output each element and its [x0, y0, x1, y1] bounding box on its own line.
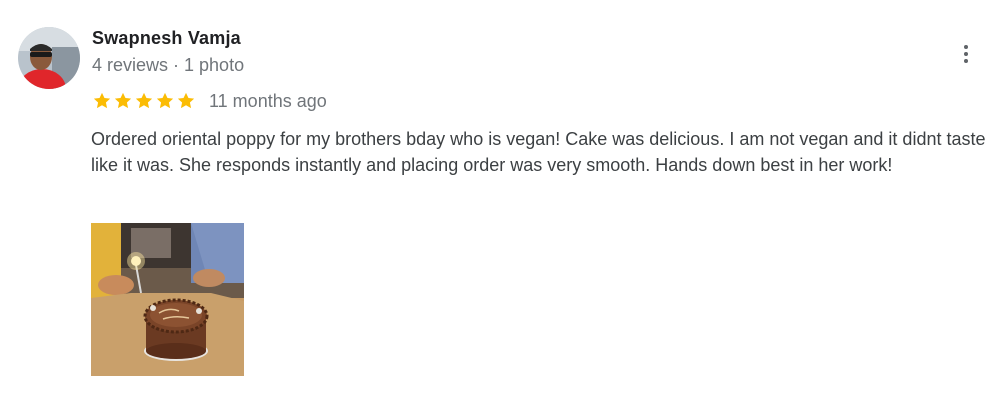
- review-date: 11 months ago: [209, 90, 327, 111]
- star-icon: [156, 92, 174, 109]
- review-photo[interactable]: [91, 223, 244, 376]
- star-icon: [135, 92, 153, 109]
- star-rating: [92, 91, 196, 111]
- star-icon: [93, 92, 111, 109]
- review-text: Ordered oriental poppy for my brothers b…: [91, 129, 986, 175]
- star-icon: [114, 92, 132, 109]
- star-icon: [177, 92, 195, 109]
- reviewer-name[interactable]: Swapnesh Vamja: [92, 28, 241, 49]
- reviewer-meta: 4 reviews · 1 photo: [92, 55, 245, 75]
- more-options-button[interactable]: [950, 38, 982, 70]
- avatar[interactable]: [18, 27, 80, 89]
- more-vert-icon: [964, 45, 968, 49]
- rating-row: 11 months ago: [92, 89, 327, 113]
- review-card: Swapnesh Vamja 4 reviews · 1 photo 11 mo…: [0, 0, 1000, 400]
